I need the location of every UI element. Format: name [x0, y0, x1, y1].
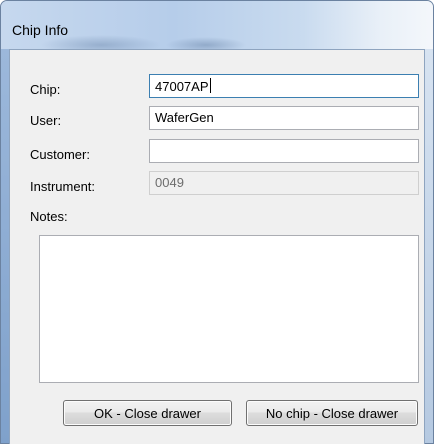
- dialog-body: Chip: 47007AP User: WaferGen Customer: I…: [9, 49, 425, 444]
- instrument-input: 0049: [149, 171, 419, 195]
- instrument-value: 0049: [155, 175, 184, 190]
- chip-value: 47007AP: [155, 79, 209, 94]
- screen: Chip Info Chip: 47007AP User: WaferGen C…: [0, 0, 442, 444]
- chip-input[interactable]: 47007AP: [149, 74, 419, 98]
- no-chip-close-drawer-button[interactable]: No chip - Close drawer: [246, 400, 418, 426]
- title-bar[interactable]: Chip Info: [1, 1, 433, 49]
- ok-close-drawer-button[interactable]: OK - Close drawer: [63, 400, 232, 426]
- window-frame-left: [1, 49, 9, 443]
- chip-info-window: Chip Info Chip: 47007AP User: WaferGen C…: [0, 0, 434, 444]
- window-title: Chip Info: [12, 22, 69, 38]
- customer-input[interactable]: [149, 139, 419, 163]
- text-caret: [209, 78, 211, 93]
- user-input[interactable]: WaferGen: [149, 106, 419, 130]
- customer-label: Customer:: [30, 147, 90, 162]
- window-frame-right: [425, 49, 433, 443]
- chip-label: Chip:: [30, 82, 61, 97]
- notes-textarea[interactable]: [39, 235, 419, 383]
- notes-label: Notes:: [30, 209, 68, 224]
- user-label: User:: [30, 113, 62, 128]
- instrument-label: Instrument:: [30, 179, 96, 194]
- user-value: WaferGen: [155, 110, 214, 125]
